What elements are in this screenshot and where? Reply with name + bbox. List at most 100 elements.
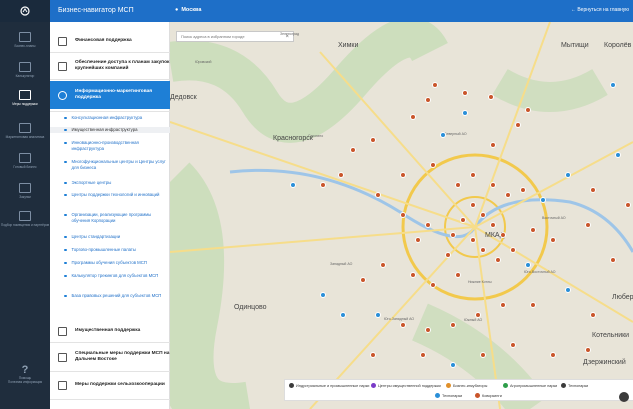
coworking-marker[interactable] (370, 137, 376, 143)
subcategory-item[interactable]: Экспортные центры (50, 180, 170, 186)
coworking-marker[interactable] (490, 222, 496, 228)
cat-agriculture[interactable]: Меры поддержки сельхозкооперации (50, 373, 170, 397)
coworking-marker[interactable] (510, 342, 516, 348)
coworking-marker[interactable] (370, 352, 376, 358)
technopark-marker[interactable] (565, 172, 571, 178)
legend-item[interactable]: Технопарки (435, 393, 462, 398)
coworking-marker[interactable] (530, 302, 536, 308)
coworking-marker[interactable] (475, 312, 481, 318)
rail-item-ready-business[interactable]: Готовый бизнес (0, 153, 50, 169)
technopark-marker[interactable] (525, 262, 531, 268)
rail-help[interactable]: ? Помощь Полезная информация (0, 364, 50, 384)
subcategory-item[interactable]: Центры поддержки технологий и инноваций (50, 192, 170, 198)
cat-far-east[interactable]: Специальные меры поддержки МСП на Дальне… (50, 345, 170, 369)
technopark-marker[interactable] (340, 312, 346, 318)
coworking-marker[interactable] (430, 162, 436, 168)
rail-item-partners[interactable]: Подбор помещения и партнёров (0, 211, 50, 227)
coworking-marker[interactable] (480, 352, 486, 358)
logo[interactable] (0, 0, 50, 22)
address-search-box[interactable]: × (176, 31, 294, 42)
coworking-marker[interactable] (432, 82, 438, 88)
legend-item[interactable]: Технопарки (561, 383, 588, 388)
coworking-marker[interactable] (550, 237, 556, 243)
rail-item-business-plans[interactable]: Бизнес-планы (0, 32, 50, 48)
coworking-marker[interactable] (490, 182, 496, 188)
subcategory-item[interactable]: Центры стандартизации (50, 234, 170, 240)
technopark-marker[interactable] (290, 182, 296, 188)
coworking-marker[interactable] (585, 347, 591, 353)
map-control-icon[interactable] (619, 392, 629, 402)
subcategory-item[interactable]: Имущественная инфраструктура (50, 127, 170, 133)
city-selector[interactable]: ● Москва (175, 7, 201, 13)
coworking-marker[interactable] (480, 212, 486, 218)
coworking-marker[interactable] (590, 187, 596, 193)
coworking-marker[interactable] (500, 302, 506, 308)
map-view[interactable]: × Химки Мытищи Королёв Дедовск Красногорск Од… (170, 22, 633, 409)
rail-item-calculator[interactable]: Калькулятор (0, 62, 50, 78)
subcategory-item[interactable]: Программы обучения субъектов МСП (50, 260, 170, 266)
back-to-main-link[interactable]: ← Вернуться на главную (571, 7, 629, 13)
subcategory-item[interactable]: Инновационно-производственная инфраструк… (50, 140, 170, 151)
coworking-marker[interactable] (520, 187, 526, 193)
technopark-marker[interactable] (450, 362, 456, 368)
technopark-marker[interactable] (615, 152, 621, 158)
cat-procurement-access[interactable]: Обеспечение доступа к планам закупок кру… (50, 55, 170, 77)
coworking-marker[interactable] (490, 142, 496, 148)
coworking-marker[interactable] (470, 172, 476, 178)
coworking-marker[interactable] (470, 237, 476, 243)
coworking-marker[interactable] (425, 327, 431, 333)
coworking-marker[interactable] (400, 212, 406, 218)
coworking-marker[interactable] (455, 272, 461, 278)
subcategory-item[interactable]: Торгово-промышленные палаты (50, 247, 170, 253)
coworking-marker[interactable] (410, 114, 416, 120)
rail-item-marketing[interactable]: Маркетинговая аналитика (0, 123, 50, 139)
technopark-marker[interactable] (565, 287, 571, 293)
coworking-marker[interactable] (425, 97, 431, 103)
coworking-marker[interactable] (625, 202, 631, 208)
coworking-marker[interactable] (488, 94, 494, 100)
address-search-input[interactable] (181, 34, 281, 39)
legend-item[interactable]: Коворкинги (475, 393, 502, 398)
coworking-marker[interactable] (375, 192, 381, 198)
coworking-marker[interactable] (410, 272, 416, 278)
coworking-marker[interactable] (400, 172, 406, 178)
technopark-marker[interactable] (610, 82, 616, 88)
coworking-marker[interactable] (320, 182, 326, 188)
coworking-marker[interactable] (425, 222, 431, 228)
coworking-marker[interactable] (460, 217, 466, 223)
technopark-marker[interactable] (462, 110, 468, 116)
legend-item[interactable]: Центры имущественной поддержки (371, 383, 441, 388)
cat-property-support[interactable]: Имущественная поддержка (50, 322, 170, 340)
coworking-marker[interactable] (350, 147, 356, 153)
coworking-marker[interactable] (495, 257, 501, 263)
coworking-marker[interactable] (505, 192, 511, 198)
coworking-marker[interactable] (360, 277, 366, 283)
coworking-marker[interactable] (550, 352, 556, 358)
cat-financial-support[interactable]: Финансовая поддержка (50, 32, 170, 50)
coworking-marker[interactable] (415, 237, 421, 243)
subcategory-item[interactable]: Многофункциональные центры и Центры услу… (50, 159, 170, 170)
coworking-marker[interactable] (525, 107, 531, 113)
coworking-marker[interactable] (530, 227, 536, 233)
subcategory-item[interactable]: База правовых решений для субъектов МСП (50, 293, 170, 299)
coworking-marker[interactable] (450, 322, 456, 328)
subcategory-item[interactable]: Калькулятор трекингов для субъектов МСП (50, 273, 170, 279)
coworking-marker[interactable] (430, 282, 436, 288)
coworking-marker[interactable] (420, 352, 426, 358)
coworking-marker[interactable] (450, 232, 456, 238)
coworking-marker[interactable] (515, 122, 521, 128)
coworking-marker[interactable] (610, 257, 616, 263)
cat-info-marketing[interactable]: Информационно-маркетинговая поддержка (50, 81, 170, 109)
legend-item[interactable]: Агропромышленные парки (503, 383, 557, 388)
coworking-marker[interactable] (380, 262, 386, 268)
coworking-marker[interactable] (462, 90, 468, 96)
coworking-marker[interactable] (585, 222, 591, 228)
rail-item-support[interactable]: Меры поддержки (0, 90, 50, 106)
technopark-marker[interactable] (440, 132, 446, 138)
coworking-marker[interactable] (590, 312, 596, 318)
legend-item[interactable]: Бизнес-инкубаторы (446, 383, 487, 388)
rail-item-purchases[interactable]: Закупки (0, 183, 50, 199)
subcategory-item[interactable]: Организации, реализующие программы обуче… (50, 212, 170, 223)
coworking-marker[interactable] (400, 322, 406, 328)
technopark-marker[interactable] (320, 292, 326, 298)
